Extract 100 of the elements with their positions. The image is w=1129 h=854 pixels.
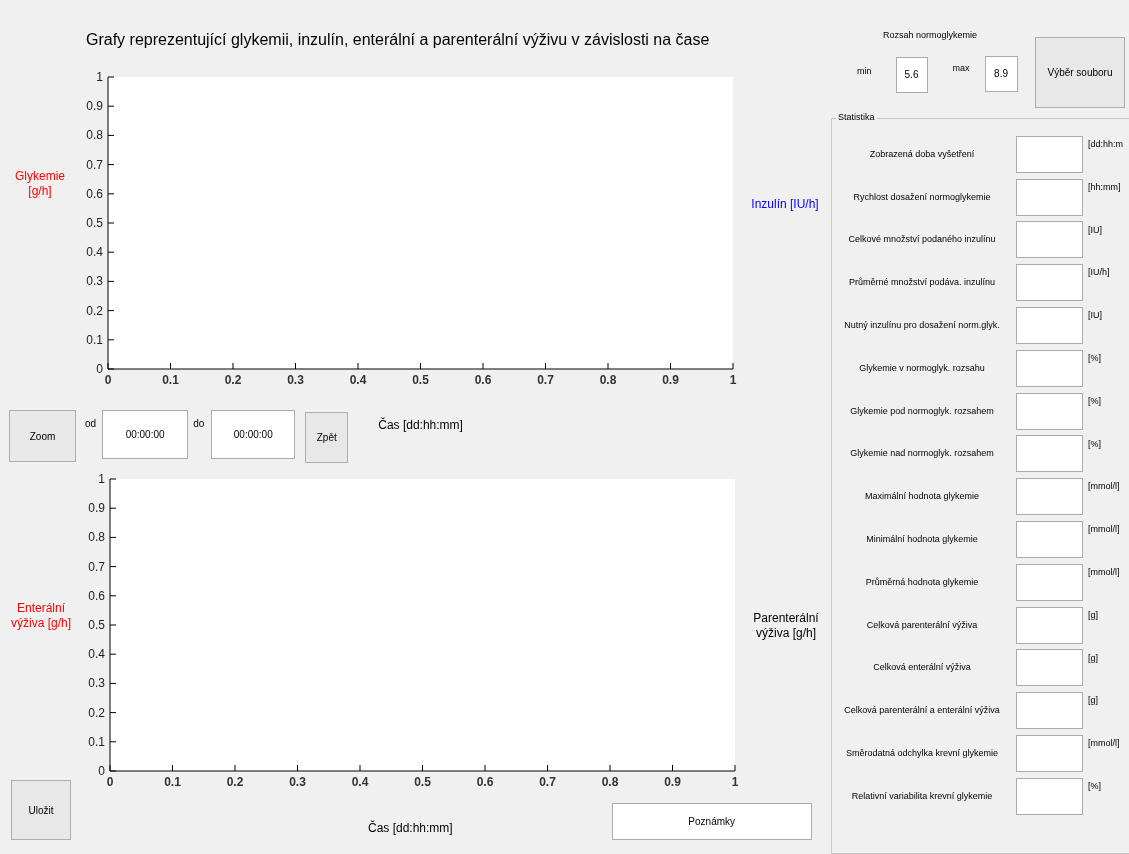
min-label: min [857, 64, 872, 78]
unit-label: [g] [1088, 651, 1098, 665]
y-tick-label: 0.5 [88, 618, 105, 632]
statistic-label: Celkové množství podaného inzulínu [847, 233, 997, 247]
y-tick-label: 0.7 [88, 559, 105, 574]
y-tick-label: 0.9 [88, 501, 105, 516]
x-axis-title: Čas [dd:hh:mm] [368, 819, 453, 837]
y-tick-label: 0 [96, 362, 103, 376]
x-tick-label: 0.5 [412, 373, 429, 387]
y-tick-label: 0.8 [88, 530, 105, 545]
statistic-label: Celková parenterální a enterální výživa [843, 704, 1001, 718]
statistic-field[interactable] [1016, 563, 1083, 601]
x-tick-label: 0.2 [226, 775, 244, 789]
save-button[interactable]: Uložit [11, 780, 71, 840]
x-tick-label: 0.9 [664, 775, 681, 789]
x-tick-label: 0.3 [287, 373, 304, 387]
y-tick-label: 0.4 [86, 245, 103, 260]
statistics-title: Statistika [836, 113, 877, 122]
statistic-field[interactable] [1016, 606, 1083, 644]
unit-label: [g] [1088, 694, 1098, 708]
notes-button[interactable]: Poznámky [611, 803, 812, 840]
statistic-field[interactable] [1016, 221, 1083, 259]
statistic-label: Rychlost dosažení normoglykemie [852, 190, 992, 204]
statistic-label: Směrodatná odchylka krevní glykemie [844, 747, 1000, 761]
unit-label: [mmol/l] [1088, 737, 1120, 751]
statistic-field[interactable] [1016, 349, 1083, 387]
min-field[interactable]: 5.6 [895, 56, 928, 93]
max-field[interactable]: 8.9 [984, 55, 1018, 92]
unit-label: [mmol/l] [1088, 565, 1120, 579]
y-tick-label: 0.6 [86, 186, 103, 201]
x-tick-label: 0.7 [539, 775, 556, 789]
file-select-button[interactable]: Výběr souboru [1035, 37, 1125, 108]
unit-label: [%] [1088, 352, 1101, 365]
statistic-label: Minimální hodnota glykemie [865, 533, 979, 547]
unit-label: [mmol/l] [1088, 523, 1120, 537]
y-tick-label: 0.5 [86, 216, 103, 230]
back-button[interactable]: Zpět [305, 412, 349, 463]
y-tick-label: 0.2 [86, 303, 103, 318]
unit-label: [IU/h] [1088, 266, 1110, 280]
x-tick-label: 0.3 [289, 775, 306, 789]
x-tick-label: 0.1 [162, 373, 179, 387]
statistic-field[interactable] [1016, 392, 1083, 430]
y-tick-label: 0.7 [86, 157, 103, 172]
statistic-label: Zobrazená doba vyšetření [868, 147, 976, 161]
unit-label: [%] [1088, 779, 1101, 793]
x-tick-label: 0.8 [601, 775, 619, 789]
x-axis-title: Čas [dd:hh:mm] [378, 416, 463, 434]
statistic-field[interactable] [1016, 135, 1083, 173]
y-tick-label: 0.4 [88, 647, 105, 662]
statistic-field[interactable] [1016, 478, 1083, 516]
unit-label: [%] [1088, 394, 1101, 408]
x-tick-label: 0.1 [164, 775, 181, 789]
x-tick-label: 0.9 [662, 373, 679, 387]
y-tick-label: 1 [96, 70, 103, 84]
statistic-label: Celková parenterální výživa [865, 618, 979, 632]
statistic-field[interactable] [1016, 777, 1083, 815]
x-tick-label: 0 [104, 373, 112, 387]
statistic-label: Relativní variabilita krevní glykemie [850, 789, 994, 803]
statistic-field[interactable] [1016, 521, 1083, 559]
range-title: Rozsah normoglykemie [883, 29, 979, 42]
x-tick-label: 0.6 [474, 373, 492, 387]
unit-label: [%] [1088, 437, 1101, 451]
statistic-field[interactable] [1016, 435, 1083, 473]
from-time-field[interactable]: 00:00:00 [102, 410, 189, 459]
statistic-label: Maximální hodnota glykemie [863, 490, 981, 504]
unit-label: [mmol/l] [1088, 480, 1120, 494]
x-tick-label: 0.4 [351, 775, 369, 789]
axis-label: Enterální výživa [g/h] [10, 601, 72, 631]
statistic-label: Glykemie nad normoglyk. rozsahem [849, 447, 995, 461]
x-tick-label: 0.4 [349, 373, 367, 387]
x-tick-label: 0.6 [476, 775, 494, 789]
to-label: do [193, 417, 205, 431]
axis-label: Glykemie [g/h] [14, 169, 66, 199]
statistic-label: Nutný inzulínu pro dosažení norm.glyk. [843, 319, 1001, 333]
unit-label: [dd:hh:m [1088, 138, 1124, 151]
statistic-field[interactable] [1016, 307, 1083, 345]
y-tick-label: 0.2 [88, 705, 105, 720]
y-tick-label: 0 [98, 764, 105, 778]
x-tick-label: 0 [106, 775, 114, 789]
statistic-field[interactable] [1016, 649, 1083, 687]
unit-label: [g] [1088, 608, 1098, 622]
statistic-field[interactable] [1016, 264, 1083, 302]
unit-label: [IU] [1088, 309, 1102, 323]
from-label: od [85, 417, 97, 431]
max-label: max [952, 61, 970, 75]
zoom-button[interactable]: Zoom [9, 410, 76, 462]
y-tick-label: 0.1 [86, 332, 103, 347]
y-tick-label: 1 [98, 472, 105, 486]
statistic-field[interactable] [1016, 735, 1083, 773]
x-tick-label: 0.8 [599, 373, 617, 387]
x-tick-label: 0.2 [224, 373, 242, 387]
unit-label: [IU] [1088, 223, 1102, 237]
statistic-field[interactable] [1016, 178, 1083, 216]
y-tick-label: 0.1 [88, 734, 105, 749]
statistic-label: Průměrné množství podáva. inzulínu [847, 276, 997, 290]
to-time-field[interactable]: 00:00:00 [211, 410, 296, 459]
x-tick-label: 1 [731, 775, 739, 789]
page-title: Grafy reprezentující glykemii, inzulín, enterální a parenterální výživu v závislosti na čase [86, 31, 710, 48]
x-tick-label: 1 [729, 373, 737, 387]
statistic-field[interactable] [1016, 692, 1083, 730]
